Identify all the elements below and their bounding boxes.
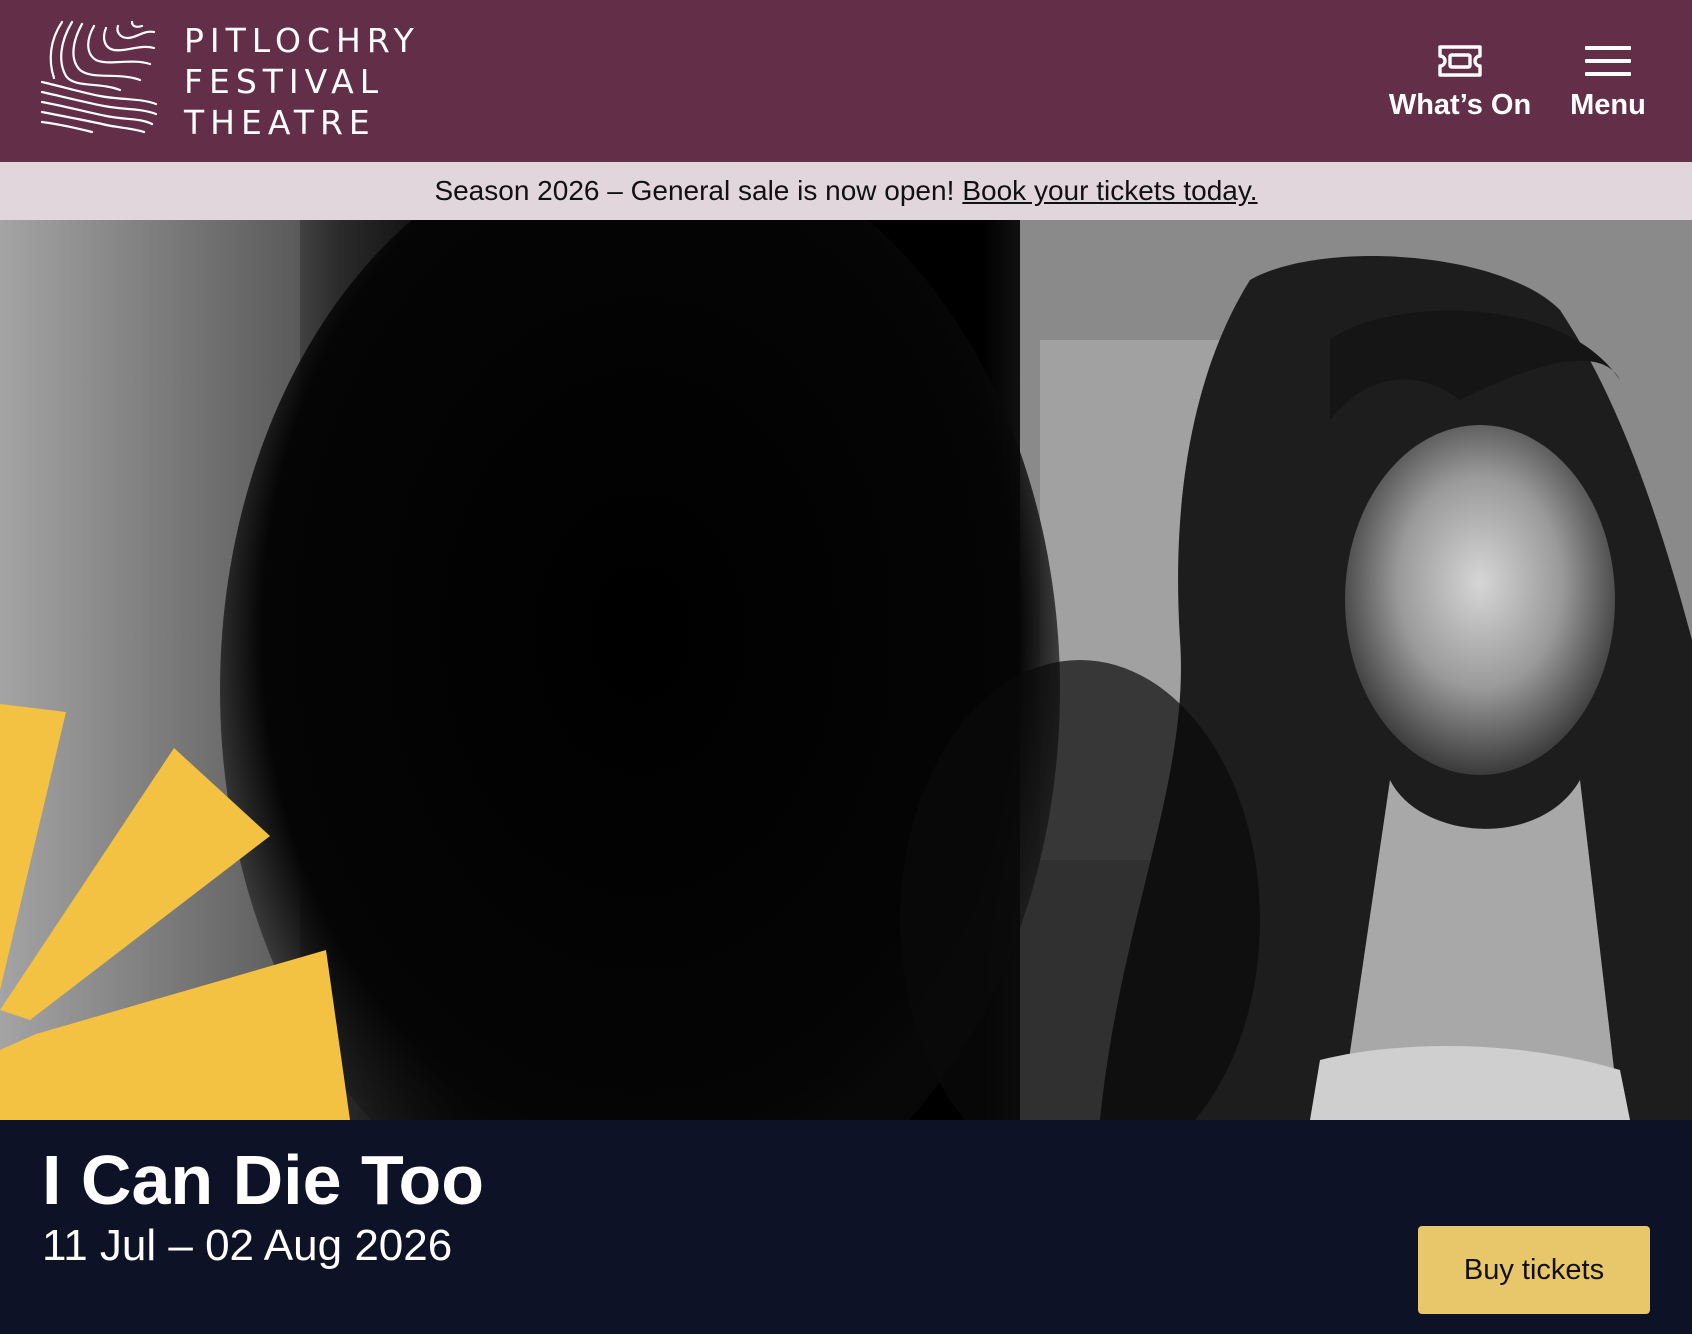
sunburst-graphic — [0, 704, 350, 1120]
buy-tickets-button[interactable]: Buy tickets — [1418, 1226, 1650, 1314]
ticket-icon — [1438, 45, 1482, 77]
whats-on-button[interactable]: What’s On — [1386, 44, 1534, 122]
contour-lines-logo-icon — [40, 20, 158, 134]
announcement-bar: Season 2026 – General sale is now open! … — [0, 162, 1692, 220]
logo-line-1: PITLOCHRY — [184, 21, 420, 60]
book-tickets-link[interactable]: Book your tickets today. — [962, 175, 1257, 207]
announcement-text: Season 2026 – General sale is now open! — [434, 175, 955, 206]
menu-label: Menu — [1570, 89, 1646, 121]
show-dates: 11 Jul – 02 Aug 2026 — [42, 1221, 453, 1270]
show-info-band: I Can Die Too 11 Jul – 02 Aug 2026 Buy t… — [0, 1120, 1692, 1334]
site-logo[interactable]: PITLOCHRY FESTIVAL THEATRE — [40, 20, 420, 143]
logo-line-3: THEATRE — [184, 103, 376, 142]
logo-line-2: FESTIVAL — [184, 62, 385, 101]
whats-on-label: What’s On — [1388, 89, 1532, 121]
show-title: I Can Die Too — [42, 1141, 485, 1219]
hero-banner — [0, 220, 1692, 1120]
logo-wordmark: PITLOCHRY FESTIVAL THEATRE — [184, 20, 420, 143]
menu-button[interactable]: Menu — [1566, 44, 1650, 122]
hamburger-menu-icon — [1585, 46, 1631, 76]
site-header: PITLOCHRY FESTIVAL THEATRE What’s On Men… — [0, 0, 1692, 162]
